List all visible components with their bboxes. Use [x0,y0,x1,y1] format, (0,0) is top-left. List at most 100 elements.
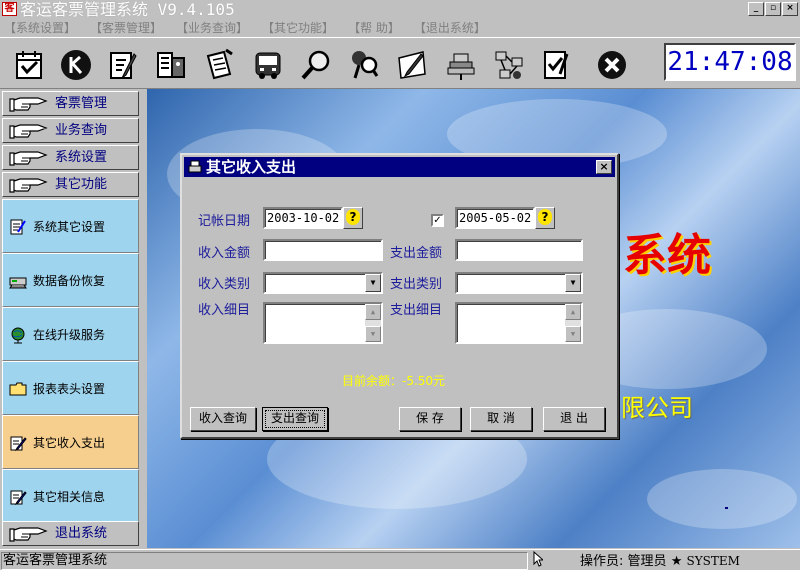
clock-display: 21:47:08 [664,43,796,81]
menu-exit-system[interactable]: 【退出系统】 [410,19,490,37]
date-from-picker-button[interactable]: ? [343,207,363,229]
notepad-write-icon[interactable] [200,46,238,84]
date-to-field[interactable]: 2005-05-02 [455,207,535,229]
background-company-text: 限公司 [621,394,693,422]
system-user: SYSTEM [686,554,740,568]
k-circle-icon[interactable] [57,46,95,84]
menu-system-settings[interactable]: 【系统设置】 [0,19,80,37]
chevron-down-icon[interactable]: ▼ [365,274,381,292]
star-icon: ★ [670,554,683,569]
expense-detail-textarea[interactable]: ▲ ▼ [455,302,583,344]
sidebar-item-other-income-expense[interactable]: 其它收入支出 [2,415,139,469]
sidebar-nav-label: 退出系统 [55,526,108,541]
date-to-checkbox[interactable]: ✓ [431,214,444,227]
restore-button[interactable]: ▫ [765,2,781,16]
dialog-title-bar[interactable]: 其它收入支出 × [184,157,615,177]
sidebar-item-label: 数据备份恢复 [33,274,106,288]
question-icon: ? [538,209,552,225]
sidebar-nav-ticket-management[interactable]: 客票管理 [2,91,139,116]
sidebar-item-label: 在线升级服务 [33,328,106,342]
close-window-button[interactable]: × [782,2,798,16]
sidebar-item-label: 系统其它设置 [33,220,106,234]
network-icon[interactable] [490,46,528,84]
mouse-cursor-icon [533,551,543,567]
expense-type-select[interactable]: ▼ [455,272,583,294]
search-person-icon[interactable] [345,46,383,84]
edit-pencil-icon[interactable] [104,46,142,84]
date-to-picker-button[interactable]: ? [535,207,555,229]
edit-document-icon [10,436,27,452]
scroll-down-icon[interactable]: ▼ [365,326,381,342]
sidebar-item-online-upgrade[interactable]: 在线升级服务 [2,307,139,361]
scrollbar[interactable]: ▲ ▼ [365,304,381,342]
scrollbar[interactable]: ▲ ▼ [565,304,581,342]
status-app-name: 客运客票管理系统 [1,552,528,570]
income-amount-label: 收入金额 [198,246,251,261]
income-amount-field[interactable] [263,239,383,261]
calendar-check-icon[interactable] [10,46,48,84]
close-circle-icon[interactable] [593,46,631,84]
scroll-up-icon[interactable]: ▲ [565,304,581,320]
income-detail-label: 收入细目 [198,303,251,318]
sidebar: 客票管理 业务查询 系统设置 其它功能 系统其它设置 数据备份恢复 在线升级服务… [0,89,147,548]
server-icon[interactable] [442,46,480,84]
menu-business-query[interactable]: 【业务查询】 [172,19,252,37]
checklist-icon[interactable] [538,46,576,84]
ticket-printer-icon[interactable] [152,46,190,84]
sidebar-item-label: 报表表头设置 [33,382,106,396]
minimize-button[interactable]: _ [748,2,764,16]
income-expense-dialog: 其它收入支出 × 记帐日期 2003-10-02 ? ✓ 2005-05-02 … [180,153,619,439]
sidebar-nav-exit-system[interactable]: 退出系统 [2,521,139,546]
pen-paper-icon[interactable] [393,46,431,84]
checklist-edit-icon [10,219,26,235]
menu-ticket-management[interactable]: 【客票管理】 [86,19,166,37]
status-bar: 客运客票管理系统 操作员: 管理员 ★ SYSTEM [0,549,800,570]
expense-detail-label: 支出细目 [390,303,443,318]
sidebar-nav-business-query[interactable]: 业务查询 [2,118,139,143]
sidebar-nav-label: 客票管理 [55,96,108,111]
dialog-close-button[interactable]: × [596,160,612,174]
income-detail-textarea[interactable]: ▲ ▼ [263,302,383,344]
sidebar-nav-other-functions[interactable]: 其它功能 [2,172,139,197]
background-title-text: 系统 [623,230,711,281]
expense-amount-field[interactable] [455,239,583,261]
income-query-button[interactable]: 收入查询 [190,407,256,431]
sidebar-nav-system-settings[interactable]: 系统设置 [2,145,139,170]
window-controls: _ ▫ × [747,2,798,16]
sidebar-item-other-related-info[interactable]: 其它相关信息 [2,469,139,523]
scroll-up-icon[interactable]: ▲ [365,304,381,320]
chevron-down-icon[interactable]: ▼ [565,274,581,292]
expense-type-label: 支出类别 [390,277,443,292]
sidebar-item-report-header-settings[interactable]: 报表表头设置 [2,361,139,415]
save-button[interactable]: 保 存 [399,407,461,431]
title-bar: 客 客运客票管理系统 V9.4.105 _ ▫ × [0,0,800,19]
background-dot [725,507,728,509]
pointing-hand-icon [9,124,48,139]
sidebar-item-system-other-settings[interactable]: 系统其它设置 [2,199,139,253]
window-title: 客运客票管理系统 V9.4.105 [20,0,235,19]
date-from-field[interactable]: 2003-10-02 [263,207,343,229]
operator-label: 操作员: [580,554,624,569]
bus-icon[interactable] [249,46,287,84]
sidebar-sub-panel: 系统其它设置 数据备份恢复 在线升级服务 报表表头设置 其它收入支出 其它相关信… [2,199,139,523]
sidebar-item-label: 其它相关信息 [33,490,106,504]
menu-bar: 【系统设置】 【客票管理】 【业务查询】 【其它功能】 【帮 助】 【退出系统】 [0,19,800,37]
pointing-hand-icon [9,527,48,542]
app-icon[interactable]: 客 [2,2,17,16]
operator-name: 管理员 [627,554,667,569]
sidebar-item-data-backup-restore[interactable]: 数据备份恢复 [2,253,139,307]
income-type-select[interactable]: ▼ [263,272,383,294]
current-balance-text: 目前余额：-5.50元 [342,374,446,388]
expense-query-button[interactable]: 支出查询 [262,407,328,431]
income-type-label: 收入类别 [198,277,251,292]
cancel-button[interactable]: 取 消 [470,407,532,431]
menu-other-functions[interactable]: 【其它功能】 [258,19,338,37]
menu-help[interactable]: 【帮 助】 [344,19,404,37]
scroll-down-icon[interactable]: ▼ [565,326,581,342]
magnifier-icon[interactable] [297,46,335,84]
dialog-title: 其它收入支出 [206,158,297,176]
status-operator: 操作员: 管理员 ★ SYSTEM [580,552,740,570]
question-icon: ? [346,209,360,225]
printer-icon [188,160,202,173]
exit-button[interactable]: 退 出 [543,407,605,431]
